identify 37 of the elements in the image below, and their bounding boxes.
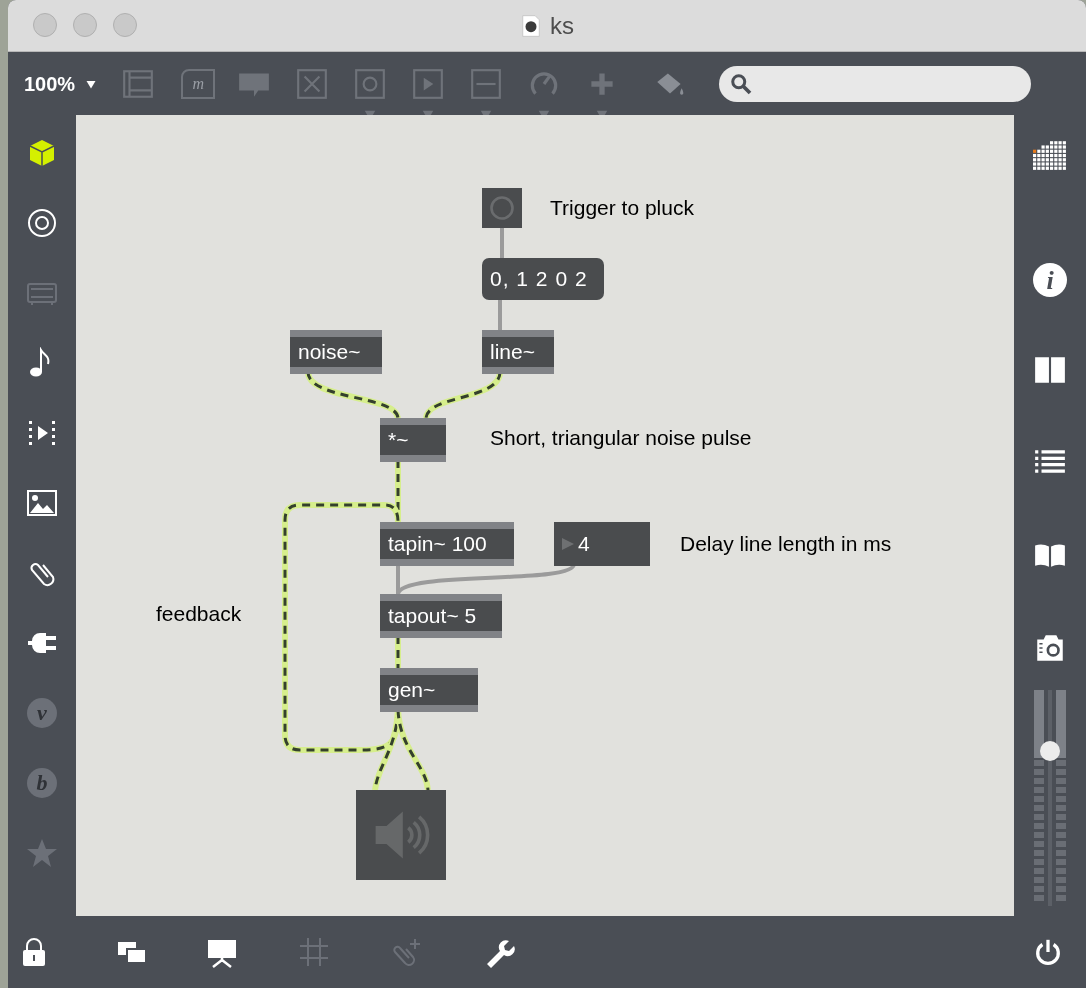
target-icon[interactable] [26, 207, 58, 239]
slider-icon[interactable] [469, 66, 504, 101]
search-icon [729, 71, 754, 96]
window-title: ks [550, 10, 574, 41]
patch-object[interactable]: line~ [482, 330, 554, 374]
menu-caret-icon[interactable] [364, 108, 377, 117]
patch-comment: Trigger to pluck [550, 196, 694, 220]
signal-patch-cord[interactable] [395, 636, 401, 668]
signal-patch-cord[interactable] [305, 371, 401, 420]
menu-caret-icon[interactable] [422, 108, 435, 117]
number-box[interactable]: 4 [554, 522, 650, 566]
patch-object[interactable]: tapout~ 5 [380, 594, 502, 638]
gain-slider[interactable] [1040, 690, 1060, 906]
zoom-dropdown[interactable]: 100% [24, 68, 98, 99]
patch-object[interactable]: *~ [380, 418, 446, 462]
slider-thumb[interactable] [1040, 740, 1060, 761]
image-icon[interactable] [26, 487, 58, 519]
menu-caret-icon[interactable] [596, 108, 609, 117]
menu-caret-icon[interactable] [538, 108, 551, 117]
patch-comment: Delay line length in ms [680, 532, 892, 556]
signal-patch-cord[interactable] [423, 371, 503, 419]
signal-patch-cord[interactable] [395, 709, 431, 791]
document-icon [520, 12, 542, 39]
circle-icon [488, 194, 516, 222]
menu-caret-icon[interactable] [480, 108, 493, 117]
search-field[interactable] [719, 65, 1032, 102]
toggle-icon[interactable] [295, 66, 330, 101]
patch-comment: feedback [156, 602, 242, 626]
info-icon[interactable]: i [1033, 263, 1067, 297]
patcher-canvas[interactable]: Trigger to pluck 0, 1 2 0 2 noise~ line~ *~ Short, triangular noise pulse tapin~ 100 4 Delay line length in ms feedback tapout~ 5 gen~ [76, 115, 1014, 916]
grid-icon[interactable] [1033, 138, 1067, 172]
patch-object[interactable]: noise~ [290, 330, 382, 374]
patch-object[interactable]: gen~ [380, 668, 478, 712]
patch-comment: Short, triangular noise pulse [490, 426, 752, 450]
patch-object[interactable]: tapin~ 100 [380, 522, 514, 566]
power-icon[interactable] [1033, 937, 1063, 967]
message-box[interactable]: 0, 1 2 0 2 [482, 258, 604, 300]
